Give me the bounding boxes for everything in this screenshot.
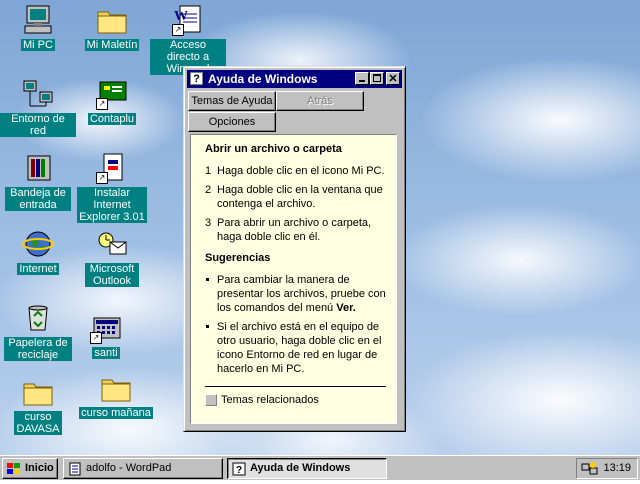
installer-icon: ↗	[96, 152, 128, 184]
globe-icon	[22, 228, 54, 260]
help-content: Abrir un archivo o carpeta 1 Haga doble c…	[190, 134, 397, 424]
desktop-icon-label: Bandeja de entrada	[5, 187, 71, 211]
calculator-icon: ↗	[90, 312, 122, 344]
desktop-icon-label: Mi PC	[21, 39, 55, 51]
desktop-icon-santi[interactable]: ↗ santi	[68, 312, 144, 359]
desktop-icon-bandeja-de-entrada[interactable]: Bandeja de entrada	[0, 152, 76, 211]
network-tray-icon[interactable]	[581, 461, 599, 484]
shortcut-arrow-icon: ↗	[90, 332, 102, 344]
desktop-icon-entorno-de-red[interactable]: Entorno de red	[0, 78, 76, 137]
task-wordpad[interactable]: adolfo - WordPad	[63, 458, 223, 479]
desktop-icon-label: curso DAVASA	[14, 411, 62, 435]
app-icon: ↗	[96, 78, 128, 110]
step-item: 2 Haga doble clic en la ventana que conte…	[205, 184, 383, 210]
desktop-icon-label: Papelera de reciclaje	[4, 337, 72, 361]
desktop-icon-label: santi	[92, 347, 120, 359]
inbox-icon	[22, 152, 54, 184]
desktop-icon-label: Entorno de red	[0, 113, 76, 137]
system-tray: 13:19	[576, 458, 638, 479]
shortcut-arrow-icon: ↗	[96, 172, 108, 184]
folder-icon	[22, 376, 54, 408]
tips-heading: Sugerencias	[205, 252, 271, 264]
help-title: Ayuda de Windows	[208, 72, 318, 86]
bullet-icon	[206, 325, 209, 328]
desktop-icon-label: Microsoft Outlook	[85, 263, 139, 287]
help-question-icon: ?	[190, 72, 203, 85]
divider	[205, 386, 386, 387]
shortcut-arrow-icon: ↗	[96, 98, 108, 110]
desktop-icon-label: Internet	[17, 263, 59, 275]
steps-list: 1 Haga doble clic en el icono Mi PC. 2 Hag…	[205, 164, 386, 244]
step-item: 3 Para abrir un archivo o carpeta, haga d…	[205, 217, 372, 243]
word-document-icon: W ↗	[172, 4, 204, 36]
desktop-icon-instalar-ie[interactable]: ↗ Instalar Internet Explorer 3.01	[74, 152, 150, 223]
help-titlebar[interactable]: ? Ayuda de Windows	[187, 70, 402, 88]
svg-text:?: ?	[236, 465, 242, 476]
tips-list: Para cambiar la manera de presentar los …	[205, 273, 386, 376]
maximize-button[interactable]	[370, 72, 384, 85]
outlook-icon	[96, 228, 128, 260]
tip-item: Si el archivo está en el equipo de otro …	[205, 320, 386, 376]
desktop-icon-papelera[interactable]: Papelera de reciclaje	[0, 302, 76, 361]
tip-item: Para cambiar la manera de presentar los …	[205, 273, 386, 315]
clock[interactable]: 13:19	[603, 459, 631, 478]
shortcut-arrow-icon: ↗	[172, 24, 184, 36]
desktop: Mi PC Mi Maletín W ↗ Acceso directo a Wi…	[0, 0, 640, 455]
bullet-icon	[206, 278, 209, 281]
desktop-icon-curso-manana[interactable]: curso mañana	[78, 372, 154, 419]
start-button[interactable]: Inicio	[2, 458, 58, 479]
desktop-icon-curso-davasa[interactable]: curso DAVASA	[0, 376, 76, 435]
close-button[interactable]	[386, 72, 400, 85]
briefcase-icon	[96, 4, 128, 36]
taskbar: Inicio adolfo - WordPad ? Ayuda de Windo…	[0, 455, 640, 480]
related-topics-link[interactable]: Temas relacionados	[205, 394, 386, 406]
desktop-icon-mi-pc[interactable]: Mi PC	[0, 4, 76, 51]
desktop-icon-internet[interactable]: Internet	[0, 228, 76, 275]
network-icon	[22, 78, 54, 110]
recycle-bin-icon	[22, 302, 54, 334]
back-button[interactable]: Atrás	[276, 91, 364, 111]
help-topics-button[interactable]: Temas de Ayuda	[188, 91, 276, 111]
task-ayuda-de-windows[interactable]: ? Ayuda de Windows	[227, 458, 387, 479]
desktop-icon-label: Instalar Internet Explorer 3.01	[77, 187, 147, 223]
svg-text:W: W	[174, 9, 188, 24]
desktop-icon-winword[interactable]: W ↗ Acceso directo a Winword	[150, 4, 226, 75]
options-button[interactable]: Opciones	[188, 112, 276, 132]
related-topics-button-icon[interactable]	[205, 394, 217, 406]
desktop-icon-label: curso mañana	[79, 407, 153, 419]
folder-icon	[100, 372, 132, 404]
computer-icon	[22, 4, 54, 36]
desktop-icon-outlook[interactable]: Microsoft Outlook	[74, 228, 150, 287]
step-item: 1 Haga doble clic en el icono Mi PC.	[205, 165, 385, 177]
desktop-icon-mi-maletin[interactable]: Mi Maletín	[74, 4, 150, 51]
help-window: ? Ayuda de Windows Temas de Ayuda Atrás …	[183, 66, 406, 432]
desktop-icon-label: Contaplu	[87, 113, 137, 125]
desktop-icon-contaplu[interactable]: ↗ Contaplu	[74, 78, 150, 125]
desktop-icon-label: Mi Maletín	[84, 39, 140, 51]
help-heading: Abrir un archivo o carpeta	[205, 143, 342, 155]
minimize-button[interactable]	[355, 72, 369, 85]
